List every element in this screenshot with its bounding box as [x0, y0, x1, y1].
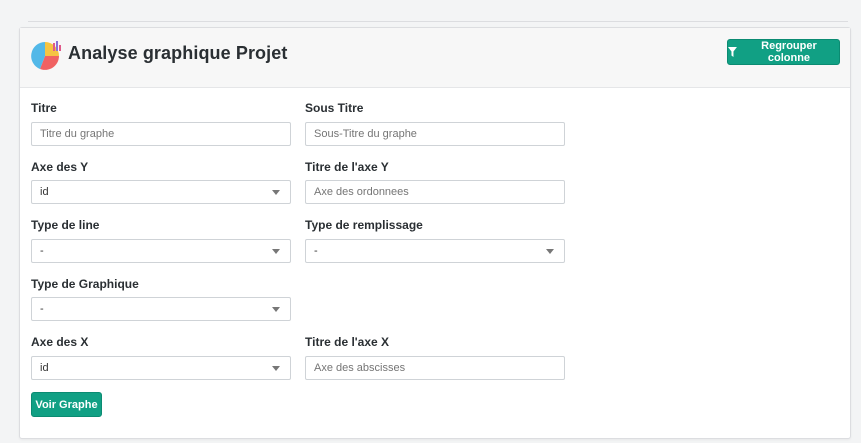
type-remplissage-value: -	[314, 245, 318, 257]
titre-axe-y-input[interactable]	[305, 180, 565, 204]
axe-x-select[interactable]: id	[31, 356, 291, 380]
titre-input[interactable]	[31, 122, 291, 146]
titre-axe-y-label: Titre de l'axe Y	[305, 160, 389, 174]
sous-titre-input[interactable]	[305, 122, 565, 146]
axe-y-label: Axe des Y	[31, 160, 89, 174]
sous-titre-label: Sous Titre	[305, 101, 364, 115]
graph-analysis-card: Analyse graphique Projet Regrouper colon…	[19, 27, 851, 439]
type-line-select[interactable]: -	[31, 239, 291, 263]
axe-y-value: id	[40, 186, 49, 198]
pie-chart-icon	[31, 41, 61, 70]
axe-x-value: id	[40, 362, 49, 374]
titre-axe-x-input[interactable]	[305, 356, 565, 380]
titre-label: Titre	[31, 101, 57, 115]
type-graphique-select[interactable]: -	[31, 297, 291, 321]
chevron-down-icon	[272, 306, 280, 312]
type-line-value: -	[40, 245, 44, 257]
top-divider	[28, 21, 848, 22]
chevron-down-icon	[272, 365, 280, 371]
voir-graphe-button[interactable]: Voir Graphe	[31, 392, 102, 417]
page-title: Analyse graphique Projet	[68, 43, 288, 63]
card-header: Analyse graphique Projet Regrouper colon…	[20, 28, 850, 88]
type-line-label: Type de line	[31, 218, 100, 232]
type-graphique-label: Type de Graphique	[31, 277, 139, 291]
filter-icon	[728, 47, 737, 57]
titre-axe-x-label: Titre de l'axe X	[305, 335, 390, 349]
type-remplissage-select[interactable]: -	[305, 239, 565, 263]
group-columns-button[interactable]: Regrouper colonne	[727, 39, 840, 65]
axe-x-label: Axe des X	[31, 335, 89, 349]
chevron-down-icon	[272, 189, 280, 195]
axe-y-select[interactable]: id	[31, 180, 291, 204]
chevron-down-icon	[272, 248, 280, 254]
type-graphique-value: -	[40, 303, 44, 315]
group-columns-label: Regrouper colonne	[761, 40, 817, 64]
type-remplissage-label: Type de remplissage	[305, 218, 423, 232]
chevron-down-icon	[546, 248, 554, 254]
